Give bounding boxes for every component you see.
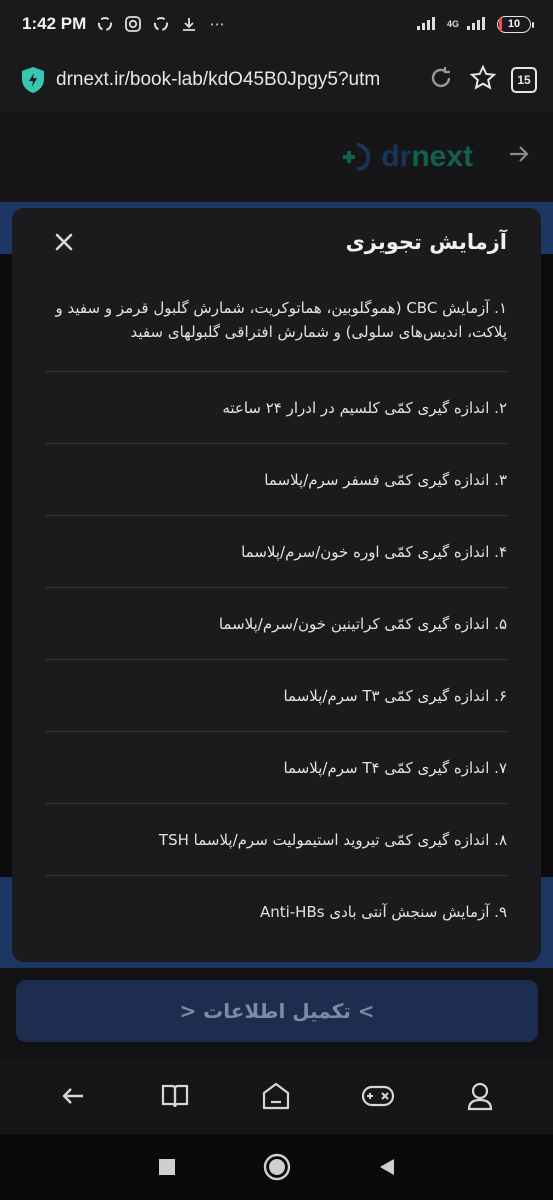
close-icon[interactable]: [52, 230, 76, 254]
more-notifications-icon: ⋯: [209, 15, 225, 33]
drnext-logo: drnext: [339, 140, 473, 174]
test-item: ۲. اندازه گیری کمّی کلسیم در ادرار ۲۴ سا…: [46, 372, 507, 444]
back-arrow-icon[interactable]: [53, 1076, 93, 1116]
network-type: 4G: [446, 19, 459, 29]
web-page: drnext آزمایش تجویزی ۱. آزمایش CBC (هموگ…: [0, 112, 553, 1058]
sync-icon-2: [152, 15, 170, 33]
home-icon[interactable]: [256, 1076, 296, 1116]
reload-icon[interactable]: [427, 64, 455, 96]
test-item: ۷. اندازه گیری کمّی T۴ سرم/پلاسما: [46, 732, 507, 804]
shield-icon[interactable]: [20, 66, 46, 94]
battery-level: [499, 17, 503, 31]
browser-toolbar: [0, 1058, 553, 1134]
download-icon: [180, 15, 198, 33]
system-navigation-bar: [0, 1134, 553, 1200]
test-item: ۱. آزمایش CBC (هموگلوبین، هماتوکریت، شما…: [46, 280, 507, 372]
test-item: ۳. اندازه گیری کمّی فسفر سرم/پلاسما: [46, 444, 507, 516]
battery-text: 10: [507, 18, 521, 30]
logo-text-prefix: dr: [381, 140, 412, 173]
signal-icon-2: [467, 15, 489, 34]
complete-info-button[interactable]: > تکمیل اطلاعات <: [16, 980, 538, 1042]
book-icon[interactable]: [155, 1076, 195, 1116]
battery-icon: 10: [497, 15, 534, 33]
logo-text-suffix: next: [411, 140, 473, 173]
test-item: ۹. آزمایش سنجش آنتی بادی Anti-HBs: [259, 903, 507, 921]
status-bar: 1:42 PM ⋯ 4G 10: [0, 0, 553, 48]
modal-title: آزمایش تجویزی: [345, 230, 507, 254]
test-item: ۵. اندازه گیری کمّی کراتینین خون/سرم/پلا…: [46, 588, 507, 660]
bookmark-star-icon[interactable]: [469, 64, 497, 96]
test-list: ۱. آزمایش CBC (هموگلوبین، هماتوکریت، شما…: [46, 280, 507, 948]
logo-text: drnext: [381, 140, 473, 174]
notification-icons: ⋯: [96, 15, 226, 33]
sync-icon: [96, 15, 114, 33]
back-triangle-icon[interactable]: [332, 1147, 442, 1187]
status-time: 1:42 PM: [22, 14, 87, 33]
recent-apps-icon[interactable]: [112, 1147, 222, 1187]
arrow-right-icon[interactable]: [507, 142, 531, 173]
site-header: drnext: [0, 112, 553, 202]
test-item: ۸. اندازه گیری کمّی تیروید استیمولیت سرم…: [46, 804, 507, 876]
home-button-icon[interactable]: [222, 1147, 332, 1187]
prescribed-tests-modal: آزمایش تجویزی ۱. آزمایش CBC (هموگلوبین، …: [12, 208, 541, 962]
profile-icon[interactable]: [460, 1076, 500, 1116]
browser-url-bar: drnext.ir/book-lab/kdO45B0Jpgy5?utm 15: [0, 48, 553, 112]
url-field[interactable]: drnext.ir/book-lab/kdO45B0Jpgy5?utm: [56, 69, 401, 91]
test-item: ۴. اندازه گیری کمّی اوره خون/سرم/پلاسما: [46, 516, 507, 588]
tabs-button[interactable]: 15: [511, 67, 537, 93]
gamepad-icon[interactable]: [358, 1076, 398, 1116]
test-item: ۶. اندازه گیری کمّی T۳ سرم/پلاسما: [46, 660, 507, 732]
signal-icon: [416, 15, 439, 34]
page-footer: > تکمیل اطلاعات <: [0, 968, 553, 1058]
instagram-icon: [124, 15, 142, 33]
drnext-logo-mark: [343, 143, 371, 171]
